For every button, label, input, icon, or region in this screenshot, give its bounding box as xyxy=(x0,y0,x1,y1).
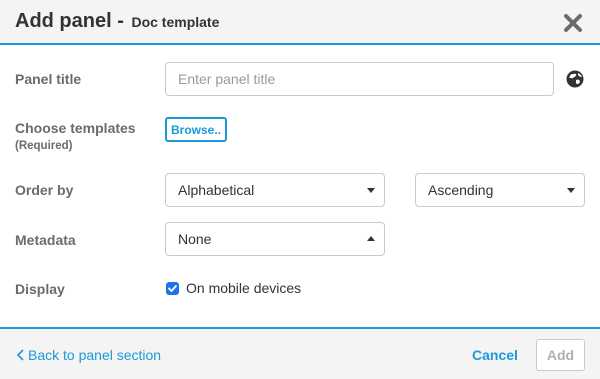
checkmark-icon xyxy=(168,285,177,292)
add-button[interactable]: Add xyxy=(536,339,585,371)
back-link-label: Back to panel section xyxy=(28,347,162,363)
dialog-title: Add panel - Doc template xyxy=(15,10,219,33)
mobile-devices-checkbox[interactable] xyxy=(166,282,179,295)
order-direction-select[interactable]: Ascending xyxy=(415,173,585,207)
chevron-down-icon xyxy=(367,188,375,193)
dialog-subtitle: Doc template xyxy=(131,14,220,30)
order-by-field-select[interactable]: Alphabetical xyxy=(165,173,385,207)
cancel-button[interactable]: Cancel xyxy=(472,347,518,363)
dialog-title-text: Add panel xyxy=(15,10,112,32)
order-direction-value: Ascending xyxy=(428,182,494,198)
panel-title-label: Panel title xyxy=(15,71,82,87)
chevron-up-icon xyxy=(367,236,375,241)
required-note: (Required) xyxy=(15,140,73,152)
metadata-label: Metadata xyxy=(15,232,76,248)
choose-templates-label: Choose templates (Required) xyxy=(15,120,136,152)
metadata-select[interactable]: None xyxy=(165,222,385,256)
panel-title-input[interactable] xyxy=(165,62,554,96)
metadata-value: None xyxy=(178,231,212,247)
chevron-down-icon xyxy=(567,188,575,193)
dialog-footer: Back to panel section Cancel Add xyxy=(0,327,600,379)
add-panel-dialog: Add panel - Doc template Panel title Cho… xyxy=(0,0,600,379)
title-separator: - xyxy=(111,10,130,32)
dialog-header: Add panel - Doc template xyxy=(0,0,600,45)
globe-icon[interactable] xyxy=(565,69,585,89)
browse-button[interactable]: Browse.. xyxy=(165,117,227,142)
close-icon[interactable] xyxy=(562,12,584,34)
back-link[interactable]: Back to panel section xyxy=(16,347,161,363)
order-by-field-value: Alphabetical xyxy=(178,182,255,198)
mobile-devices-label[interactable]: On mobile devices xyxy=(186,280,301,296)
choose-templates-text: Choose templates xyxy=(15,120,136,136)
display-label: Display xyxy=(15,281,65,297)
chevron-left-icon xyxy=(16,349,24,361)
order-by-label: Order by xyxy=(15,182,74,198)
